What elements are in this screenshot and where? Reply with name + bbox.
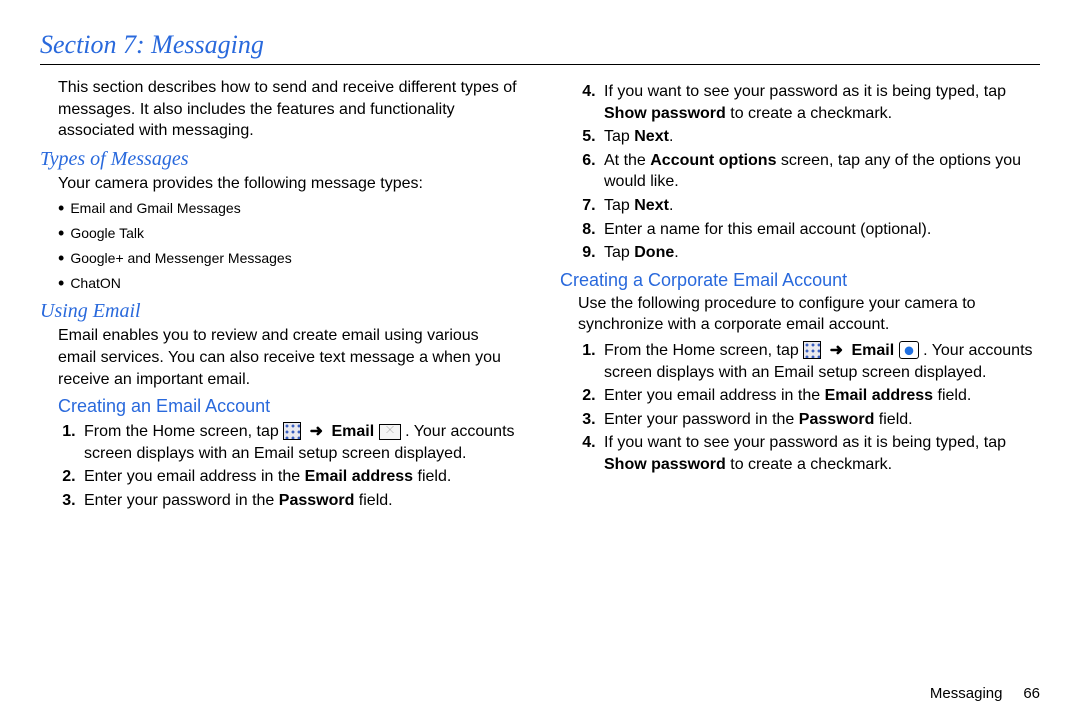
bold-text: Email xyxy=(332,423,375,440)
email-envelope-icon xyxy=(379,424,401,440)
step-text: At the xyxy=(604,152,650,169)
step-text: Enter your password in the xyxy=(604,411,799,428)
bold-text: Email address xyxy=(305,468,414,485)
bold-text: Show password xyxy=(604,105,726,122)
bold-text: Email xyxy=(852,342,895,359)
right-column: If you want to see your password as it i… xyxy=(560,77,1040,516)
step: Enter your password in the Password fiel… xyxy=(80,490,520,512)
bold-text: Show password xyxy=(604,456,726,473)
footer-page-number: 66 xyxy=(1023,685,1040,702)
corporate-email-steps: From the Home screen, tap ➜ Email . Your… xyxy=(600,340,1040,476)
intro-paragraph: This section describes how to send and r… xyxy=(58,77,520,142)
step: Tap Next. xyxy=(600,126,1040,148)
heading-using-email: Using Email xyxy=(40,300,520,323)
step-text: From the Home screen, tap xyxy=(84,423,283,440)
step-text: If you want to see your password as it i… xyxy=(604,83,1006,100)
bold-text: Password xyxy=(799,411,875,428)
step-text: Enter you email address in the xyxy=(84,468,305,485)
list-item: Email and Gmail Messages xyxy=(58,198,520,219)
step-text: . xyxy=(669,128,673,145)
bold-text: Password xyxy=(279,492,355,509)
step-text: Tap xyxy=(604,197,634,214)
step: If you want to see your password as it i… xyxy=(600,81,1040,124)
step: From the Home screen, tap ➜ Email . Your… xyxy=(80,421,520,464)
bold-text: Next xyxy=(634,128,669,145)
step-text: From the Home screen, tap xyxy=(604,342,803,359)
types-lead: Your camera provides the following messa… xyxy=(58,173,520,195)
left-column: This section describes how to send and r… xyxy=(40,77,520,516)
list-item: Google+ and Messenger Messages xyxy=(58,248,520,269)
corp-lead: Use the following procedure to configure… xyxy=(578,293,1040,336)
message-type-list: Email and Gmail Messages Google Talk Goo… xyxy=(58,198,520,294)
step: Tap Done. xyxy=(600,242,1040,264)
list-item: ChatON xyxy=(58,273,520,294)
step-text: Tap xyxy=(604,244,634,261)
step: Tap Next. xyxy=(600,195,1040,217)
step-text: . xyxy=(674,244,678,261)
heading-creating-email-account: Creating an Email Account xyxy=(58,396,520,417)
step: Enter your password in the Password fiel… xyxy=(600,409,1040,431)
step-text: field. xyxy=(933,387,971,404)
footer-label: Messaging xyxy=(930,685,1003,702)
step: Enter you email address in the Email add… xyxy=(80,466,520,488)
heading-creating-corporate-email: Creating a Corporate Email Account xyxy=(560,270,1040,291)
page-footer: Messaging 66 xyxy=(930,685,1040,702)
email-badge-icon xyxy=(899,341,919,359)
heading-types-of-messages: Types of Messages xyxy=(40,148,520,171)
step-text: Enter your password in the xyxy=(84,492,279,509)
step-text: field. xyxy=(413,468,451,485)
bold-text: Done xyxy=(634,244,674,261)
create-email-steps: From the Home screen, tap ➜ Email . Your… xyxy=(80,421,520,511)
step: Enter a name for this email account (opt… xyxy=(600,219,1040,241)
create-email-steps-cont: If you want to see your password as it i… xyxy=(600,81,1040,264)
bold-text: Email address xyxy=(825,387,934,404)
apps-grid-icon xyxy=(283,422,301,440)
step-text: Tap xyxy=(604,128,634,145)
step-text: to create a checkmark. xyxy=(726,456,892,473)
arrow-icon: ➜ xyxy=(830,342,843,359)
step: Enter you email address in the Email add… xyxy=(600,385,1040,407)
step-text: If you want to see your password as it i… xyxy=(604,434,1006,451)
section-title: Section 7: Messaging xyxy=(40,30,1040,65)
step: From the Home screen, tap ➜ Email . Your… xyxy=(600,340,1040,383)
step-text: . xyxy=(669,197,673,214)
step-text: to create a checkmark. xyxy=(726,105,892,122)
using-email-lead: Email enables you to review and create e… xyxy=(58,325,520,390)
apps-grid-icon xyxy=(803,341,821,359)
step-text: field. xyxy=(354,492,392,509)
arrow-icon: ➜ xyxy=(310,423,323,440)
step-text: Enter you email address in the xyxy=(604,387,825,404)
step-text: field. xyxy=(874,411,912,428)
bold-text: Next xyxy=(634,197,669,214)
bold-text: Account options xyxy=(650,152,776,169)
step: If you want to see your password as it i… xyxy=(600,432,1040,475)
step: At the Account options screen, tap any o… xyxy=(600,150,1040,193)
two-column-layout: This section describes how to send and r… xyxy=(40,77,1040,516)
list-item: Google Talk xyxy=(58,223,520,244)
